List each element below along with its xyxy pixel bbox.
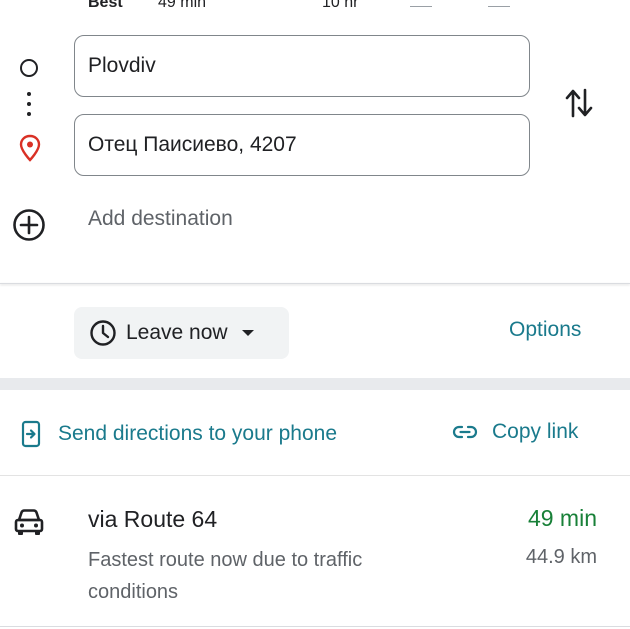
origin-circle-icon [20,59,38,77]
travel-mode-empty-dash [410,6,432,7]
origin-field[interactable]: Plovdiv [74,35,530,97]
leave-now-dropdown[interactable]: Leave now [74,307,289,359]
section-divider [0,626,630,627]
options-button[interactable]: Options [509,318,581,342]
destination-value: Отец Паисиево, 4207 [88,133,297,156]
leave-now-label: Leave now [126,321,228,344]
route-duration: 49 min [527,505,597,531]
section-divider [0,475,630,476]
route-description: Fastest route now due to traffic conditi… [88,549,363,603]
car-icon [14,509,44,535]
send-to-phone-icon [21,420,41,448]
destination-field[interactable]: Отец Паисиево, 4207 [74,114,530,176]
route-title: via Route 64 [88,506,218,532]
link-icon [452,425,478,439]
location-pin-icon [19,134,41,162]
add-destination-button[interactable]: Add destination [88,207,233,231]
travel-mode-strip: Best 49 min 10 hr [0,0,630,16]
travel-mode-best-time[interactable]: 49 min [158,0,206,12]
travel-mode-time[interactable]: 10 hr [322,0,358,12]
travel-mode-best-label[interactable]: Best [88,0,123,12]
add-circle-icon[interactable] [12,208,46,242]
copy-link-label: Copy link [492,420,579,443]
origin-value: Plovdiv [88,54,156,77]
route-dots-icon [27,92,31,116]
copy-link-button[interactable]: Copy link [452,420,578,444]
route-distance: 44.9 km [525,546,597,568]
section-separator-band [0,378,630,390]
send-to-phone-button[interactable]: Send directions to your phone [20,420,337,448]
caret-down-icon [241,330,254,336]
swap-vertical-icon[interactable] [564,86,594,120]
section-divider [0,283,630,284]
travel-mode-empty-dash [488,6,510,7]
send-to-phone-label: Send directions to your phone [58,422,338,445]
clock-icon [90,320,116,346]
